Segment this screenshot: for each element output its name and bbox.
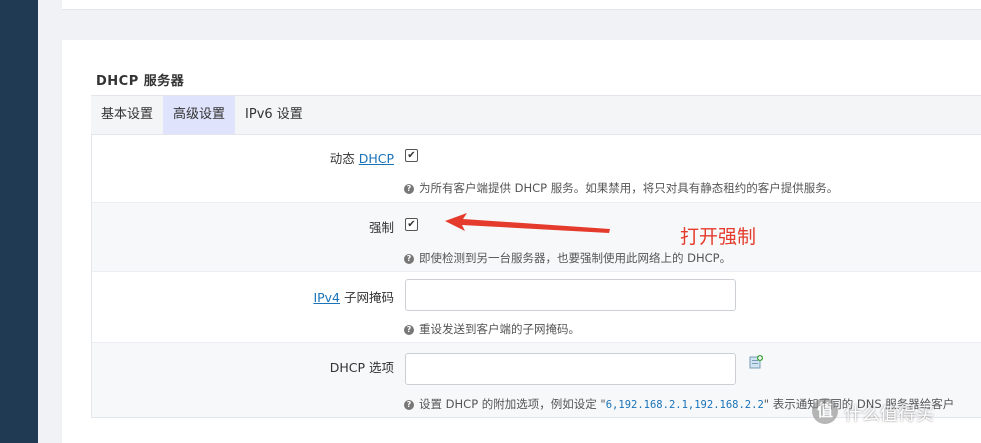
watermark-logo-icon: 值 [812, 398, 838, 424]
annotation-text: 打开强制 [680, 226, 757, 248]
ipv4-netmask-input[interactable] [405, 279, 736, 311]
dynamic-dhcp-label: 动态 DHCP [329, 151, 394, 166]
advanced-settings-form: 动态 DHCP ✔ ? 为所有客户端提供 DHCP 服务。如果禁用，将只对具有静态… [91, 134, 981, 418]
add-option-icon[interactable] [749, 355, 763, 369]
left-navigation [0, 0, 38, 443]
watermark-text: 什么值得买 [844, 404, 934, 425]
dynamic-dhcp-help: ? 为所有客户端提供 DHCP 服务。如果禁用，将只对具有静态租约的客户提供服务。 [404, 180, 838, 196]
dhcp-options-label: DHCP 选项 [329, 360, 394, 375]
dynamic-dhcp-checkbox[interactable]: ✔ [405, 149, 418, 162]
annotation-arrow [445, 213, 610, 233]
help-icon: ? [404, 325, 414, 335]
watermark: 值 什么值得买 [812, 398, 981, 428]
tab-ipv6-settings[interactable]: IPv6 设置 [235, 96, 313, 134]
force-label: 强制 [368, 220, 394, 235]
ipv4-netmask-help: ? 重设发送到客户端的子网掩码。 [404, 321, 580, 337]
tab-bar: 基本设置 高级设置 IPv6 设置 [91, 95, 981, 135]
help-icon: ? [404, 184, 414, 194]
top-panel [62, 0, 981, 10]
ipv4-link[interactable]: IPv4 [313, 290, 340, 305]
dhcp-link[interactable]: DHCP [359, 151, 394, 166]
tab-advanced-settings[interactable]: 高级设置 [163, 96, 236, 134]
section-title: DHCP 服务器 [96, 74, 185, 89]
row-dynamic-dhcp: 动态 DHCP ✔ ? 为所有客户端提供 DHCP 服务。如果禁用，将只对具有静态… [92, 134, 981, 203]
dhcp-options-input[interactable] [405, 353, 736, 385]
help-icon: ? [404, 254, 414, 264]
tab-basic-settings[interactable]: 基本设置 [91, 96, 163, 134]
force-help: ? 即使检测到另一台服务器，也要强制使用此网络上的 DHCP。 [404, 250, 731, 266]
row-ipv4-netmask: IPv4 子网掩码 ? 重设发送到客户端的子网掩码。 [92, 272, 981, 343]
force-checkbox[interactable]: ✔ [405, 218, 418, 231]
help-icon: ? [404, 400, 414, 410]
ipv4-netmask-label: IPv4 子网掩码 [313, 290, 394, 305]
